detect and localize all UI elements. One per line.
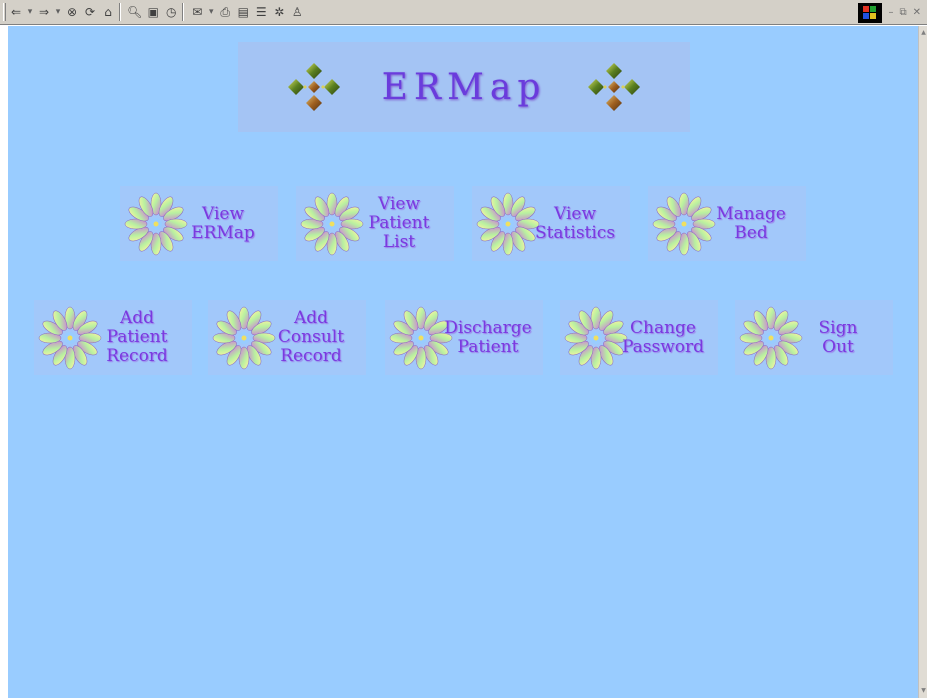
manage-bed-button[interactable]: Manage Bed: [648, 186, 806, 261]
scroll-down-icon[interactable]: ▼: [919, 686, 927, 696]
search-icon[interactable]: 🔍︎: [126, 3, 143, 21]
favorites-icon[interactable]: ▣: [145, 3, 161, 21]
sign-out-button[interactable]: Sign Out: [735, 300, 893, 375]
view-ermap-button[interactable]: View ERMap: [120, 186, 278, 261]
messenger-icon[interactable]: ✲: [271, 3, 287, 21]
view-patient-list-label: View Patient List: [368, 194, 430, 252]
home-icon[interactable]: ⌂: [100, 3, 116, 21]
edit-icon[interactable]: ▤: [235, 3, 251, 21]
diamond-ornament-icon: [287, 63, 340, 111]
mail-icon[interactable]: ✉: [189, 3, 205, 21]
add-consult-record-button[interactable]: Add Consult Record: [208, 300, 366, 375]
back-dropdown-icon[interactable]: ▾: [26, 3, 34, 21]
sign-out-label: Sign Out: [818, 317, 858, 357]
diamond-ornament-icon: [588, 63, 641, 111]
back-icon[interactable]: ⇐: [8, 3, 24, 21]
add-patient-record-button[interactable]: Add Patient Record: [34, 300, 192, 375]
view-patient-list-button[interactable]: View Patient List: [296, 186, 454, 261]
forward-icon[interactable]: ⇒: [36, 3, 52, 21]
toolbar-grip[interactable]: [3, 3, 6, 21]
add-consult-record-label: Add Consult Record: [277, 308, 345, 366]
windows-logo-icon: [858, 2, 883, 23]
refresh-icon[interactable]: ⟳: [82, 3, 98, 21]
forward-dropdown-icon[interactable]: ▾: [54, 3, 62, 21]
change-password-label: Change Password: [621, 317, 705, 357]
mail-dropdown-icon[interactable]: ▾: [207, 3, 215, 21]
change-password-button[interactable]: Change Password: [560, 300, 718, 375]
view-ermap-label: View ERMap: [191, 203, 255, 243]
close-icon[interactable]: ✕: [913, 7, 921, 18]
print-icon[interactable]: ⎙: [217, 3, 233, 21]
app-title: ERMap: [381, 66, 547, 108]
vertical-scrollbar[interactable]: ▲ ▼: [918, 26, 927, 698]
stop-icon[interactable]: ⊗: [64, 3, 80, 21]
toolbar-separator: [182, 3, 185, 21]
minimize-icon[interactable]: –: [888, 7, 893, 18]
manage-bed-label: Manage Bed: [716, 203, 786, 243]
view-statistics-button[interactable]: View Statistics: [472, 186, 630, 261]
discharge-patient-button[interactable]: Discharge Patient: [385, 300, 543, 375]
scroll-up-icon[interactable]: ▲: [919, 28, 927, 38]
restore-icon[interactable]: ⧉: [899, 7, 906, 18]
view-statistics-label: View Statistics: [534, 203, 616, 243]
page-content: ERMap View ERMap View Patient List View Stat…: [8, 26, 918, 698]
discuss-icon[interactable]: ☰: [253, 3, 269, 21]
toolbar-separator: [119, 3, 121, 21]
ermap-banner: ERMap: [238, 42, 690, 132]
related-icon[interactable]: ♙: [289, 3, 305, 21]
browser-toolbar: ⇐ ▾ ⇒ ▾ ⊗ ⟳ ⌂ 🔍︎ ▣ ◷ ✉ ▾ ⎙ ▤ ☰ ✲ ♙ – ⧉ ✕: [0, 0, 927, 25]
history-icon[interactable]: ◷: [163, 3, 179, 21]
discharge-patient-label: Discharge Patient: [444, 317, 532, 357]
add-patient-record-label: Add Patient Record: [106, 308, 168, 366]
